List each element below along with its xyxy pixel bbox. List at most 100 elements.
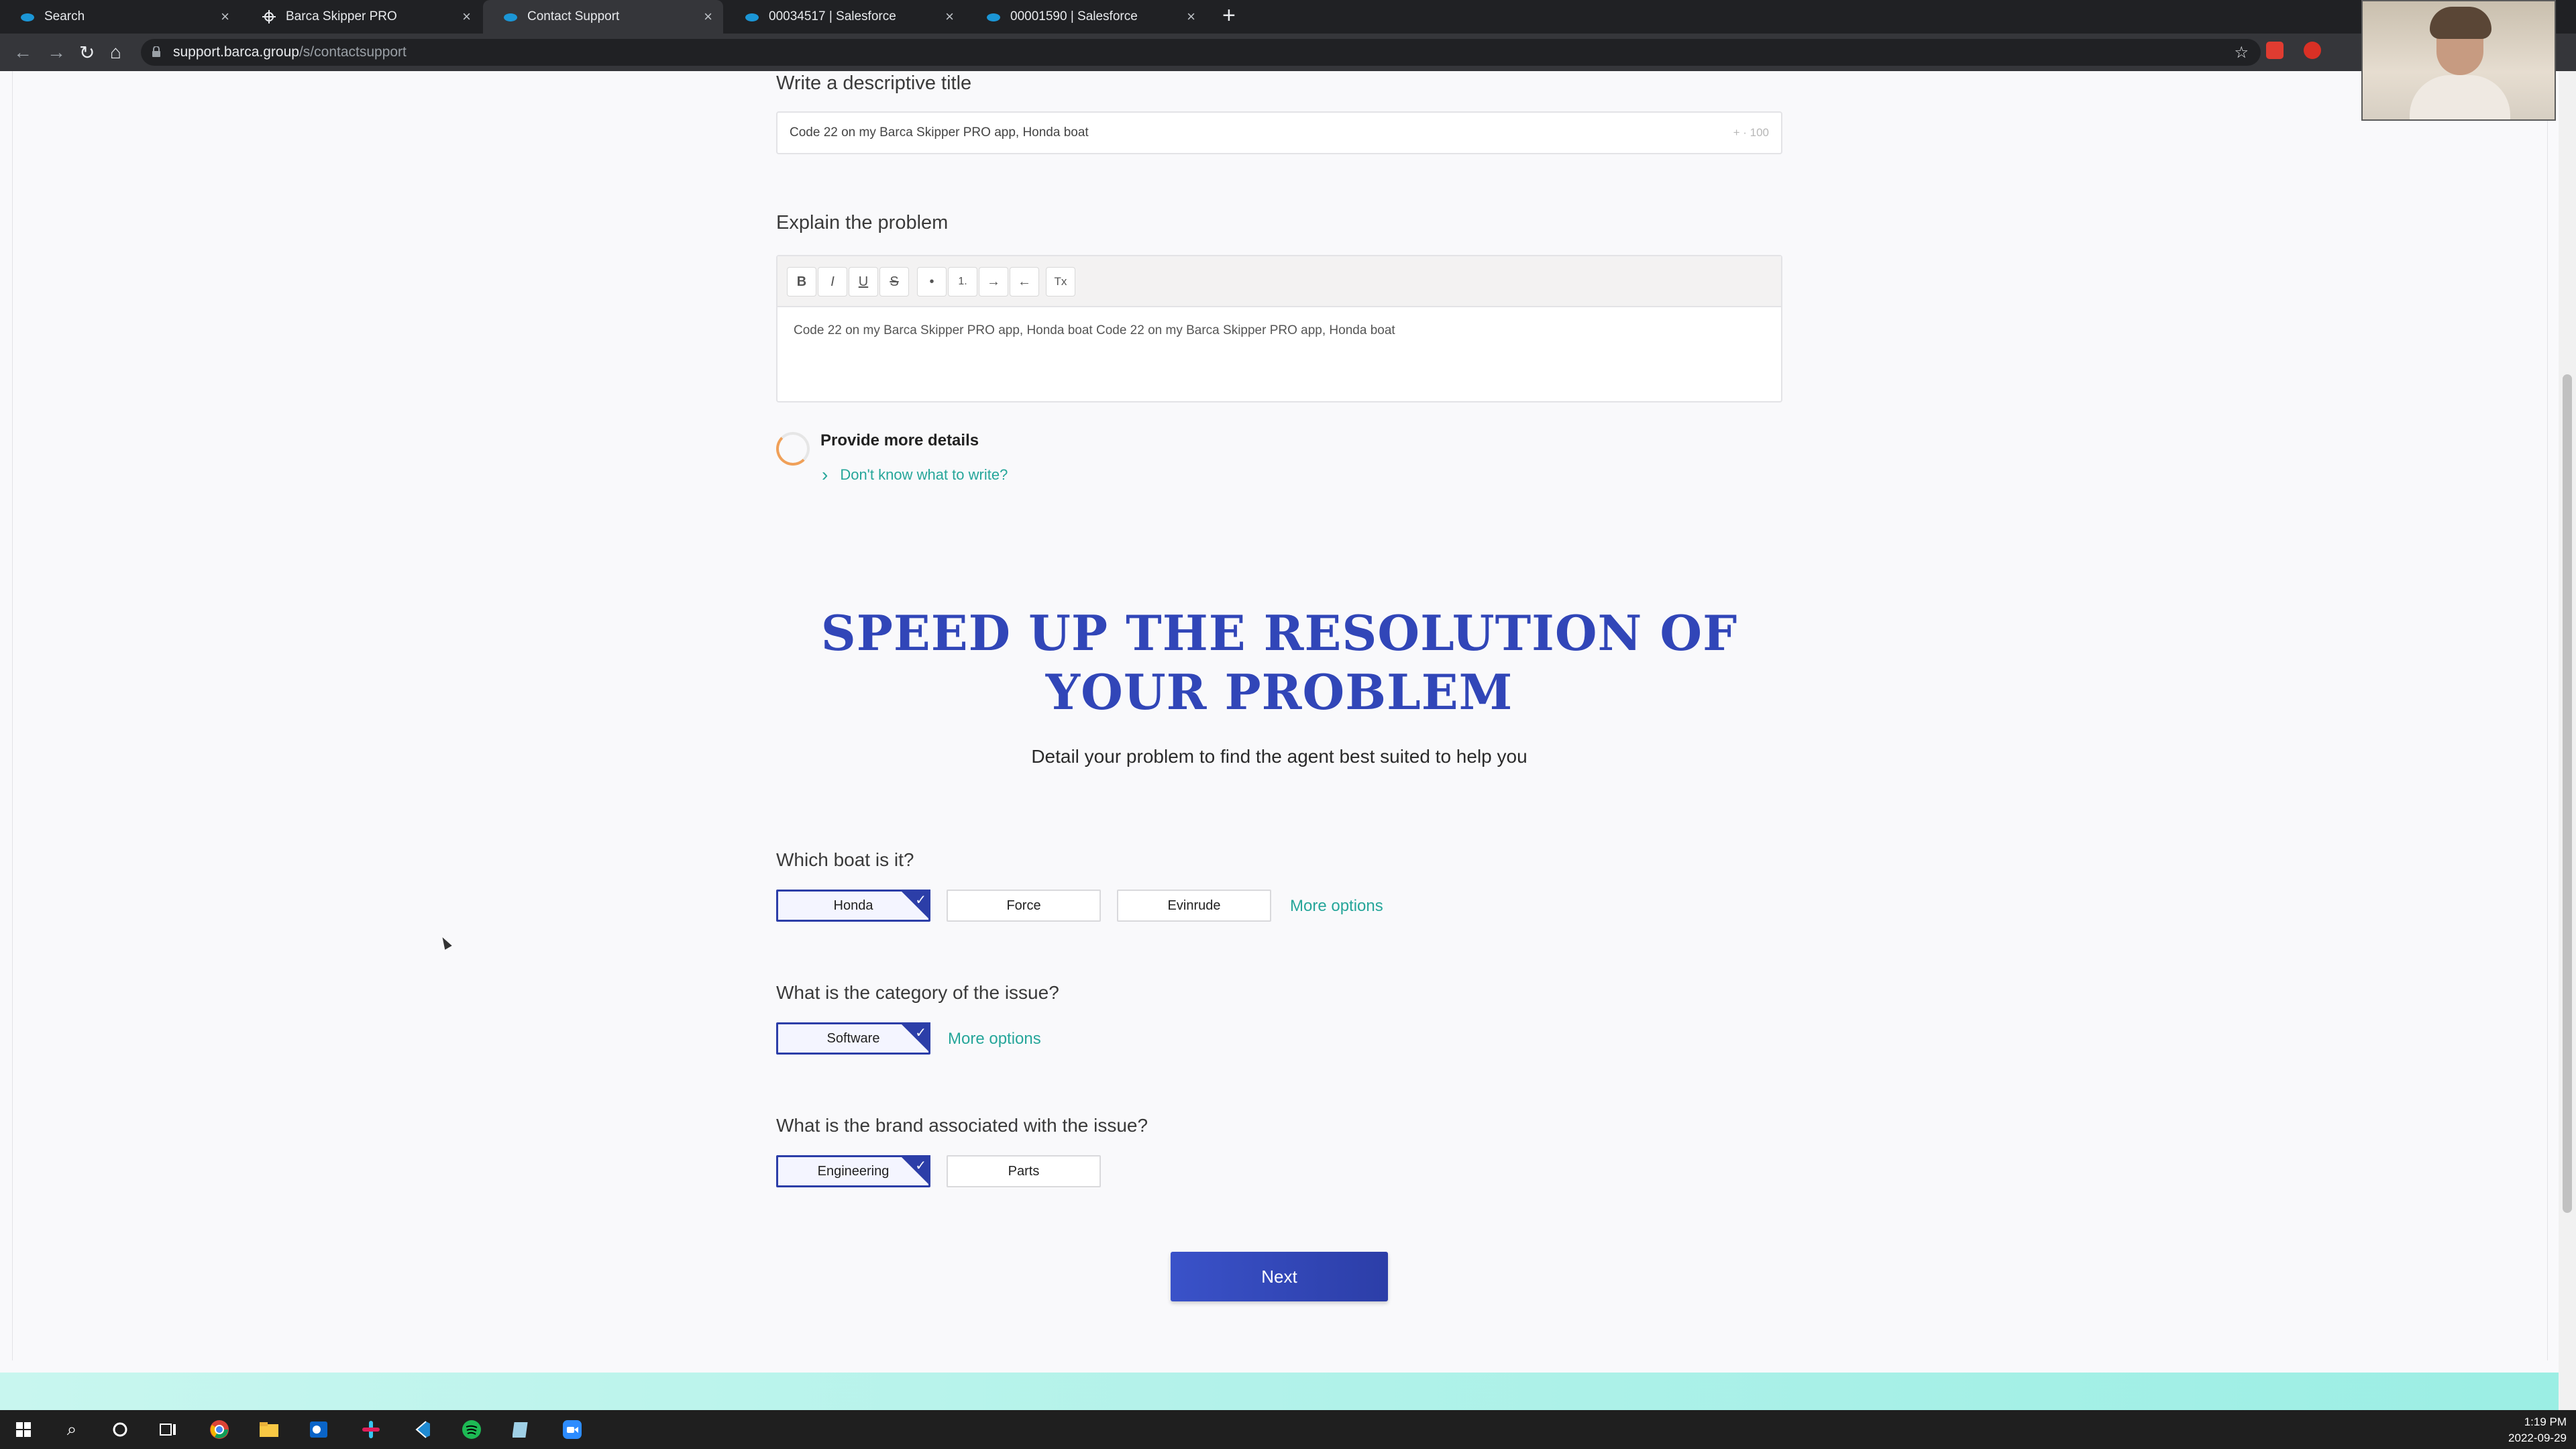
bullet-list-button[interactable]: •: [917, 267, 947, 297]
webcam-person-hair: [2430, 7, 2491, 39]
calendar-extension-icon[interactable]: [2266, 42, 2284, 59]
system-clock[interactable]: 1:19 PM 2022-09-29: [2508, 1414, 2567, 1446]
outlook-icon[interactable]: [307, 1418, 330, 1441]
extensions-area: [2266, 42, 2321, 59]
title-input-value: Code 22 on my Barca Skipper PRO app, Hon…: [790, 125, 1089, 140]
tab-label: 00034517 | Salesforce: [769, 9, 896, 23]
editor-toolbar: B I U S • 1. → ← Tx: [777, 256, 1781, 307]
option-engineering[interactable]: Engineering ✓: [776, 1155, 930, 1187]
file-explorer-icon[interactable]: [258, 1418, 280, 1441]
close-icon[interactable]: ×: [704, 8, 712, 25]
option-honda[interactable]: Honda ✓: [776, 890, 930, 922]
problem-text-area[interactable]: Code 22 on my Barca Skipper PRO app, Hon…: [777, 307, 1781, 354]
numbered-list-button[interactable]: 1.: [948, 267, 977, 297]
zoom-icon[interactable]: [561, 1418, 584, 1441]
title-label: Write a descriptive title: [776, 72, 972, 94]
slack-icon[interactable]: [360, 1418, 382, 1441]
indent-button[interactable]: →: [979, 267, 1008, 297]
check-icon: ✓: [915, 893, 926, 908]
browser-tab-bar: Search × Barca Skipper PRO × Contact Sup…: [0, 0, 2576, 34]
cortana-icon[interactable]: [109, 1418, 131, 1441]
tab-label: Search: [44, 9, 85, 23]
option-label: Force: [1006, 898, 1041, 913]
address-bar[interactable]: support.barca.group/s/contactsupport ☆: [141, 39, 2261, 66]
bold-button[interactable]: B: [787, 267, 816, 297]
page-scrollbar[interactable]: [2559, 71, 2576, 1410]
brand-question-label: What is the brand associated with the is…: [776, 1115, 1148, 1136]
option-label: Software: [826, 1030, 880, 1046]
lock-icon: [152, 46, 160, 57]
dont-know-link[interactable]: › Don't know what to write?: [822, 464, 1008, 486]
windows-start-icon[interactable]: [12, 1418, 35, 1441]
title-input[interactable]: Code 22 on my Barca Skipper PRO app, Hon…: [776, 111, 1782, 154]
extension-icon[interactable]: [2304, 42, 2321, 59]
tab-contact-support[interactable]: Contact Support ×: [483, 0, 723, 34]
option-label: Honda: [833, 898, 873, 913]
clock-time: 1:19 PM: [2524, 1415, 2567, 1428]
back-icon[interactable]: ←: [13, 42, 32, 63]
close-icon[interactable]: ×: [462, 8, 471, 25]
hero-subtitle: Detail your problem to find the agent be…: [1031, 746, 1527, 767]
webcam-overlay: [2361, 0, 2556, 121]
strikethrough-button[interactable]: S: [879, 267, 909, 297]
tab-case-00001590[interactable]: 00001590 | Salesforce ×: [966, 0, 1206, 34]
next-button[interactable]: Next: [1171, 1252, 1388, 1301]
tab-search[interactable]: Search ×: [0, 0, 240, 34]
footer-band: [0, 1373, 2559, 1410]
option-label: Evinrude: [1167, 898, 1221, 913]
clear-format-button[interactable]: Tx: [1046, 267, 1075, 297]
tab-label: Contact Support: [527, 9, 620, 23]
category-more-options-link[interactable]: More options: [948, 1030, 1041, 1049]
problem-label: Explain the problem: [776, 212, 949, 233]
option-software[interactable]: Software ✓: [776, 1022, 930, 1055]
problem-editor: B I U S • 1. → ← Tx Code 22 on my Barca …: [776, 255, 1782, 402]
more-details-heading: Provide more details: [820, 431, 979, 449]
url-host: support.barca.group: [173, 44, 299, 60]
webcam-person-body: [2410, 75, 2510, 119]
dont-know-label: Don't know what to write?: [840, 466, 1008, 483]
chrome-icon[interactable]: [208, 1418, 231, 1441]
salesforce-cloud-icon: [503, 9, 518, 24]
boat-question-label: Which boat is it?: [776, 849, 914, 870]
spotify-icon[interactable]: [460, 1418, 483, 1441]
helm-icon: [262, 9, 276, 24]
forward-icon[interactable]: →: [47, 42, 66, 63]
check-icon: ✓: [915, 1026, 926, 1040]
close-icon[interactable]: ×: [221, 8, 229, 25]
browser-toolbar: ← → ↻ ⌂ support.barca.group/s/contactsup…: [0, 34, 2576, 71]
option-label: Parts: [1008, 1163, 1040, 1179]
vscode-icon[interactable]: [411, 1418, 433, 1441]
loading-spinner-icon: [776, 432, 810, 466]
tab-label: 00001590 | Salesforce: [1010, 9, 1138, 23]
check-icon: ✓: [915, 1159, 926, 1173]
tab-barca-skipper[interactable]: Barca Skipper PRO ×: [241, 0, 482, 34]
outdent-button[interactable]: ←: [1010, 267, 1039, 297]
tab-case-00034517[interactable]: 00034517 | Salesforce ×: [724, 0, 965, 34]
underline-button[interactable]: U: [849, 267, 878, 297]
search-icon[interactable]: ⌕: [60, 1418, 83, 1441]
scrollbar-thumb[interactable]: [2563, 374, 2572, 1213]
salesforce-cloud-icon: [20, 9, 35, 24]
close-icon[interactable]: ×: [1187, 8, 1195, 25]
task-view-icon[interactable]: [157, 1418, 180, 1441]
option-force[interactable]: Force: [947, 890, 1101, 922]
category-question-label: What is the category of the issue?: [776, 982, 1059, 1003]
clock-date: 2022-09-29: [2508, 1432, 2567, 1444]
boat-more-options-link[interactable]: More options: [1290, 897, 1383, 916]
reload-icon[interactable]: ↻: [79, 42, 95, 64]
new-tab-icon[interactable]: +: [1222, 3, 1236, 29]
home-icon[interactable]: ⌂: [110, 42, 121, 63]
tab-label: Barca Skipper PRO: [286, 9, 397, 23]
url-path: /s/contactsupport: [299, 44, 407, 60]
screen: Search × Barca Skipper PRO × Contact Sup…: [0, 0, 2576, 1449]
option-parts[interactable]: Parts: [947, 1155, 1101, 1187]
italic-button[interactable]: I: [818, 267, 847, 297]
close-icon[interactable]: ×: [945, 8, 954, 25]
option-label: Engineering: [817, 1163, 890, 1179]
windows-taskbar: ⌕ 1:19 PM 2022-09-29: [0, 1410, 2576, 1449]
chevron-right-icon: ›: [822, 464, 828, 485]
salesforce-cloud-icon: [986, 9, 1001, 24]
notepad-icon[interactable]: [510, 1418, 533, 1441]
bookmark-star-icon[interactable]: ☆: [2234, 43, 2249, 62]
option-evinrude[interactable]: Evinrude: [1117, 890, 1271, 922]
